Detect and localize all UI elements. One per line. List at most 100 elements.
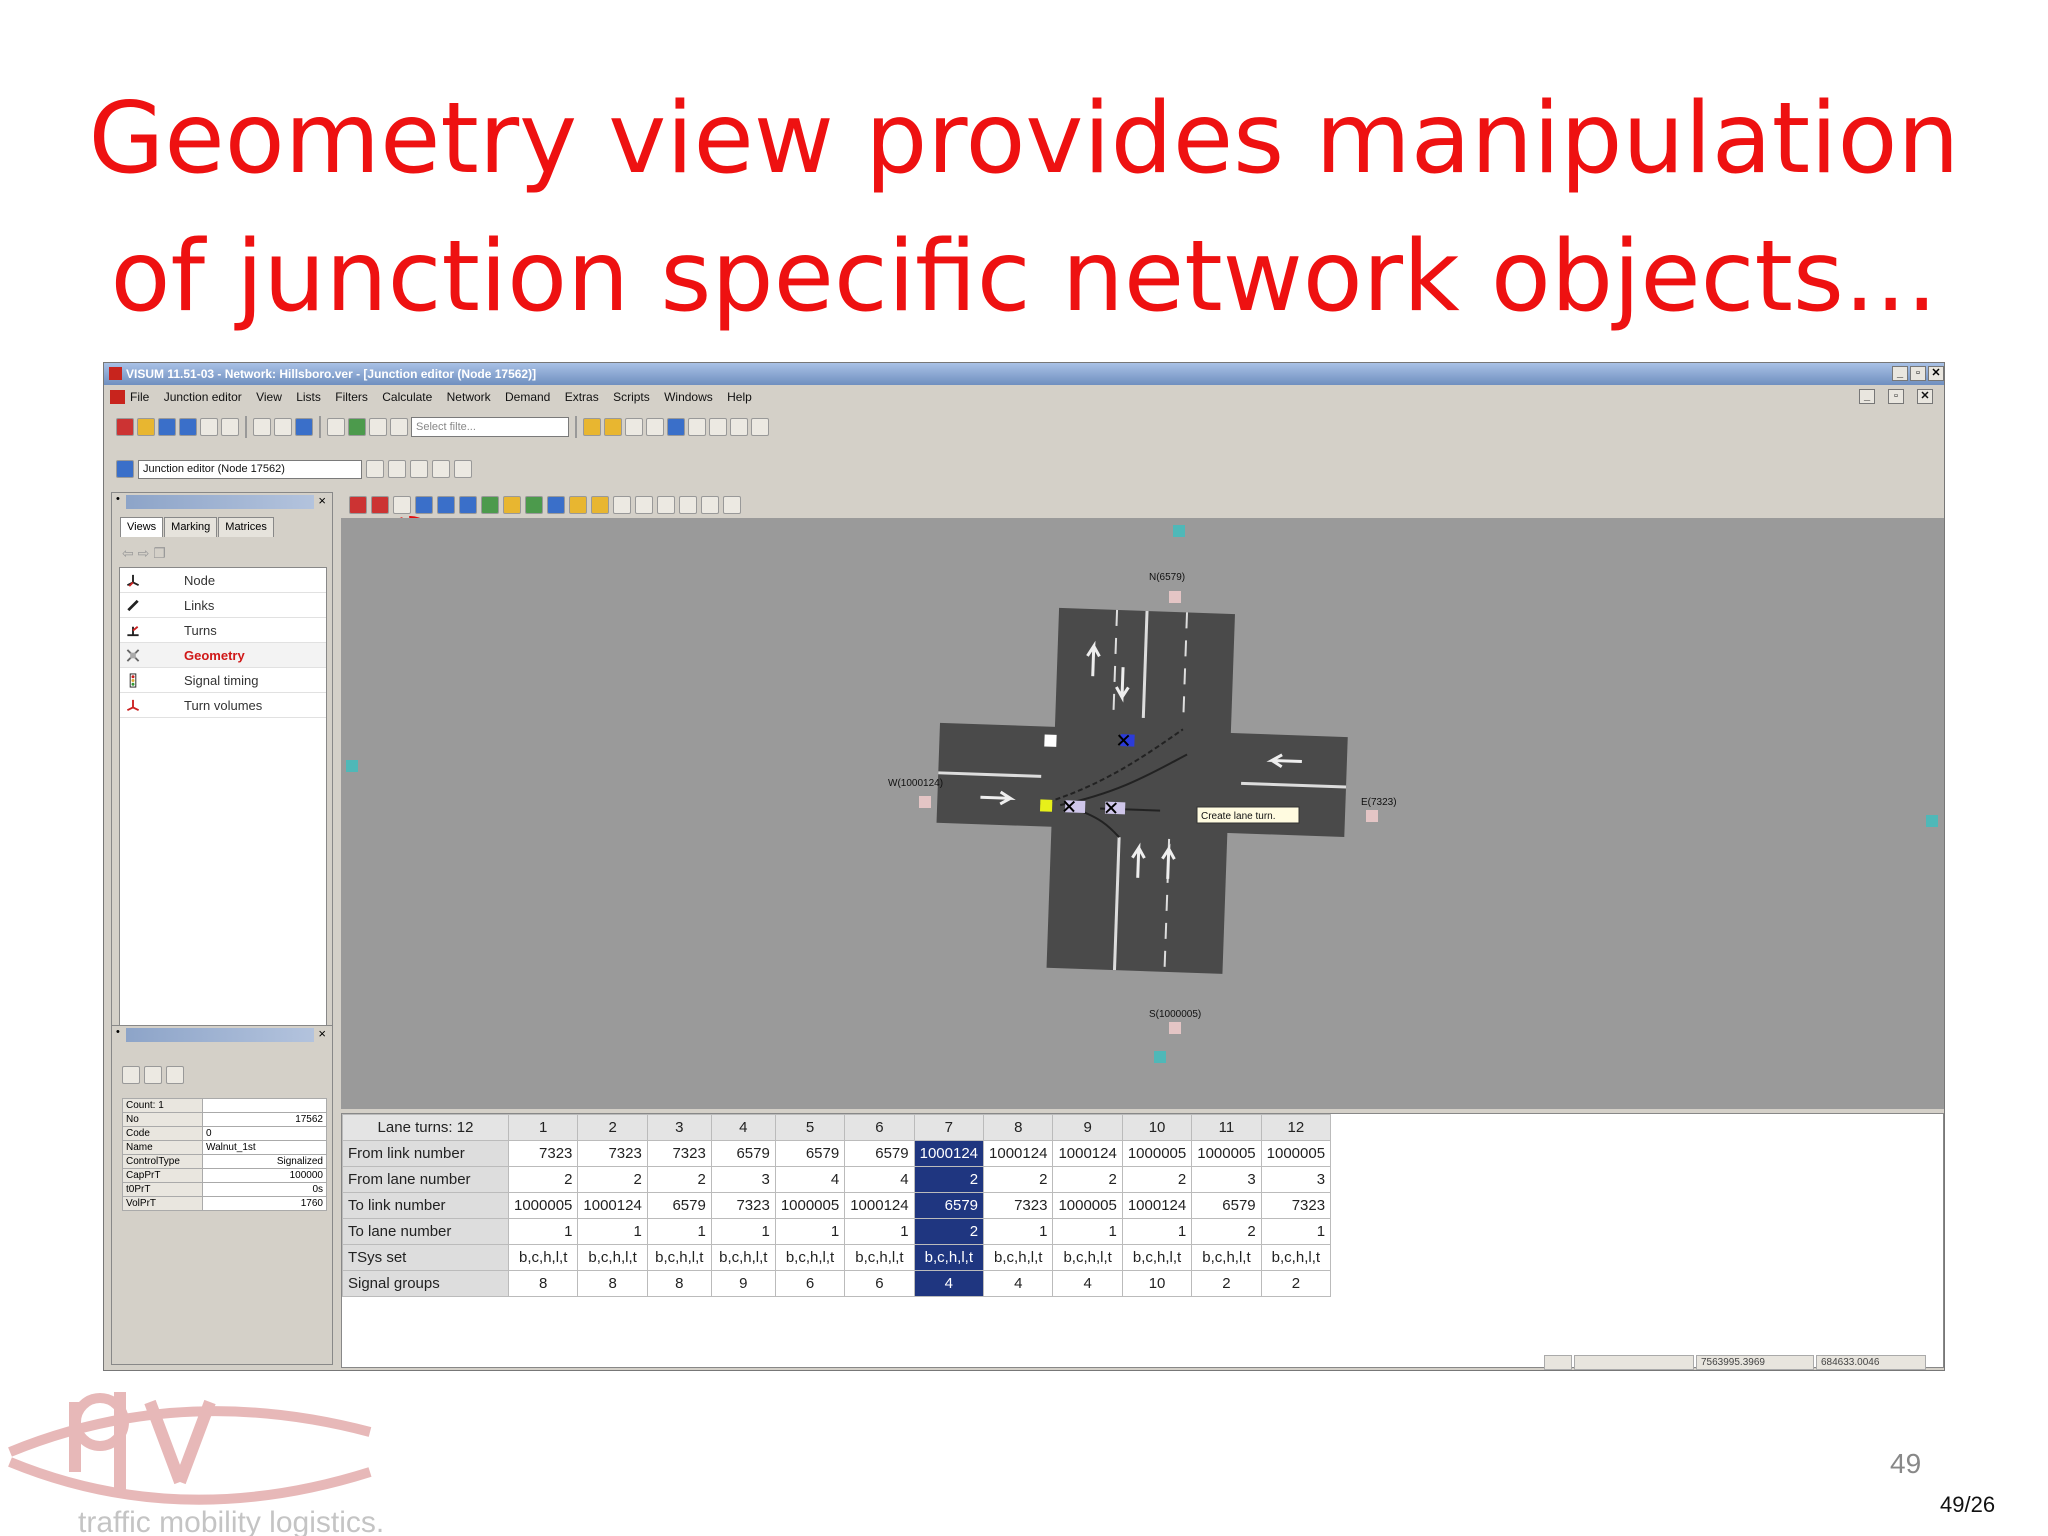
tile-horizontal-icon[interactable] [410, 460, 428, 478]
lane-turns-cell[interactable]: 7323 [710, 1192, 776, 1219]
refresh-icon[interactable] [709, 418, 727, 436]
quick-view-value[interactable]: 0 [202, 1126, 327, 1141]
edit-icon[interactable] [730, 418, 748, 436]
menu-extras[interactable]: Extras [565, 390, 599, 404]
lane-turns-cell[interactable]: 1000005 [1052, 1192, 1123, 1219]
menu-help[interactable]: Help [727, 390, 752, 404]
lane-turns-cell[interactable]: b,c,h,l,t [577, 1244, 648, 1271]
lane-turns-cell[interactable]: 1000124 [577, 1192, 648, 1219]
quick-view-paste-icon[interactable] [166, 1066, 184, 1084]
lane-turns-cell[interactable]: 2 [1191, 1218, 1262, 1245]
quick-view-value[interactable]: 100000 [202, 1168, 327, 1183]
lane-turns-cell[interactable]: 1 [774, 1218, 846, 1245]
lane-turns-cell[interactable]: 7323 [983, 1192, 1054, 1219]
lane-turns-cell[interactable]: 6579 [646, 1192, 712, 1219]
lane-turns-cell[interactable]: 7323 [1260, 1192, 1332, 1219]
lane-turns-cell[interactable]: 1 [844, 1218, 915, 1245]
record-icon[interactable] [371, 496, 389, 514]
arrange-icon[interactable] [454, 460, 472, 478]
lane-turns-cell[interactable]: 7323 [577, 1140, 648, 1167]
lane-turns-cell[interactable]: 8 [646, 1270, 712, 1297]
menu-junction-editor[interactable]: Junction editor [164, 390, 242, 404]
check-icon[interactable] [591, 496, 609, 514]
lane-turns-cell[interactable]: 1000124 [913, 1140, 985, 1167]
lane-turns-cell[interactable]: 3 [1191, 1166, 1262, 1193]
quick-view-value[interactable]: 17562 [202, 1112, 327, 1127]
menu-scripts[interactable]: Scripts [613, 390, 650, 404]
view-item-signal-timing[interactable]: Signal timing [120, 668, 326, 693]
menu-lists[interactable]: Lists [296, 390, 321, 404]
lane-turns-cell[interactable]: 1000124 [1121, 1192, 1193, 1219]
maximize-button[interactable]: ▫ [1910, 366, 1926, 381]
zoom-extent-icon[interactable] [667, 418, 685, 436]
view-item-node[interactable]: Node [120, 568, 326, 593]
reset-icon[interactable] [613, 496, 631, 514]
lane-turns-cell[interactable]: 1 [710, 1218, 776, 1245]
save-icon[interactable] [158, 418, 176, 436]
lane-turns-cell[interactable]: 2 [913, 1218, 985, 1245]
lane-turns-cell[interactable]: 10 [1121, 1270, 1193, 1297]
insert-mode-icon[interactable] [349, 496, 367, 514]
quick-view-value[interactable]: Signalized [202, 1154, 327, 1169]
layout-icon[interactable] [547, 496, 565, 514]
menu-network[interactable]: Network [447, 390, 491, 404]
lane-turns-cell[interactable]: 6579 [844, 1140, 915, 1167]
undo-icon[interactable] [200, 418, 218, 436]
pan-left-icon[interactable] [625, 418, 643, 436]
quick-view-value[interactable]: Walnut_1st [202, 1140, 327, 1155]
refresh-map-icon[interactable] [723, 496, 741, 514]
menu-windows[interactable]: Windows [664, 390, 713, 404]
minimize-button[interactable]: _ [1892, 366, 1908, 381]
lane-turns-cell[interactable]: 2 [1121, 1166, 1193, 1193]
lane-turns-cell[interactable]: 1000124 [1052, 1140, 1123, 1167]
lane-turns-cell[interactable]: 1 [1052, 1218, 1123, 1245]
lane-turns-cell[interactable]: b,c,h,l,t [774, 1244, 846, 1271]
menu-filters[interactable]: Filters [335, 390, 368, 404]
lane-turns-cell[interactable]: 9 [710, 1270, 776, 1297]
lane-turns-cell[interactable]: b,c,h,l,t [1052, 1244, 1123, 1271]
panel-close-icon[interactable]: × [318, 493, 326, 508]
lane-turn-column-header[interactable]: 3 [646, 1114, 712, 1141]
junction-map-view[interactable]: LegsLanesLane turnsCrosswalksSignal grou… [341, 492, 1944, 1109]
pin-icon[interactable]: • [116, 493, 120, 505]
lane-turns-cell[interactable]: 1 [646, 1218, 712, 1245]
lane-turns-cell[interactable]: 2 [1260, 1270, 1332, 1297]
lane-turn-column-header[interactable]: 10 [1121, 1114, 1193, 1141]
lane-turn-column-header[interactable]: 9 [1052, 1114, 1123, 1141]
lane-turns-cell[interactable]: 2 [913, 1166, 985, 1193]
lane-turns-cell[interactable]: 1000124 [983, 1140, 1054, 1167]
doc-maximize-button[interactable]: ▫ [1888, 389, 1904, 404]
quick-view-copy-icon[interactable] [144, 1066, 162, 1084]
open-icon[interactable] [137, 418, 155, 436]
info-icon[interactable] [295, 418, 313, 436]
lane-turns-cell[interactable]: b,c,h,l,t [507, 1244, 579, 1271]
lane-turns-cell[interactable]: 1 [507, 1218, 579, 1245]
lane-turns-cell[interactable]: 6 [774, 1270, 846, 1297]
lane-turn-column-header[interactable]: 8 [983, 1114, 1054, 1141]
lane-turn-column-header[interactable]: 1 [507, 1114, 579, 1141]
lane-turns-cell[interactable]: 6579 [913, 1192, 985, 1219]
cascade-icon[interactable] [388, 460, 406, 478]
back-icon[interactable]: ⇦ [122, 545, 134, 561]
lane-turn-column-header[interactable]: 5 [774, 1114, 846, 1141]
lane-turns-cell[interactable]: 8 [577, 1270, 648, 1297]
doc-minimize-button[interactable]: _ [1859, 389, 1875, 404]
lane-turns-cell[interactable]: 1000124 [844, 1192, 915, 1219]
lane-turns-cell[interactable]: 1000005 [507, 1192, 579, 1219]
detector-icon[interactable] [503, 496, 521, 514]
view-item-turn-volumes[interactable]: Turn volumes [120, 693, 326, 718]
tab-views[interactable]: Views [120, 517, 164, 537]
lane-turns-cell[interactable]: b,c,h,l,t [646, 1244, 712, 1271]
copy-geometry-icon[interactable] [657, 496, 675, 514]
lane-turns-cell[interactable]: 7323 [507, 1140, 579, 1167]
select-icon[interactable] [393, 496, 411, 514]
menu-demand[interactable]: Demand [505, 390, 550, 404]
lane-turns-cell[interactable]: 6579 [710, 1140, 776, 1167]
pointer-icon[interactable] [751, 418, 769, 436]
quick-view-value[interactable] [202, 1098, 327, 1113]
menu-calculate[interactable]: Calculate [382, 390, 432, 404]
lane-turns-cell[interactable]: 6579 [774, 1140, 846, 1167]
zoom-in-icon[interactable] [583, 418, 601, 436]
view-item-geometry[interactable]: Geometry [120, 643, 326, 668]
tab-marking[interactable]: Marking [164, 517, 218, 537]
